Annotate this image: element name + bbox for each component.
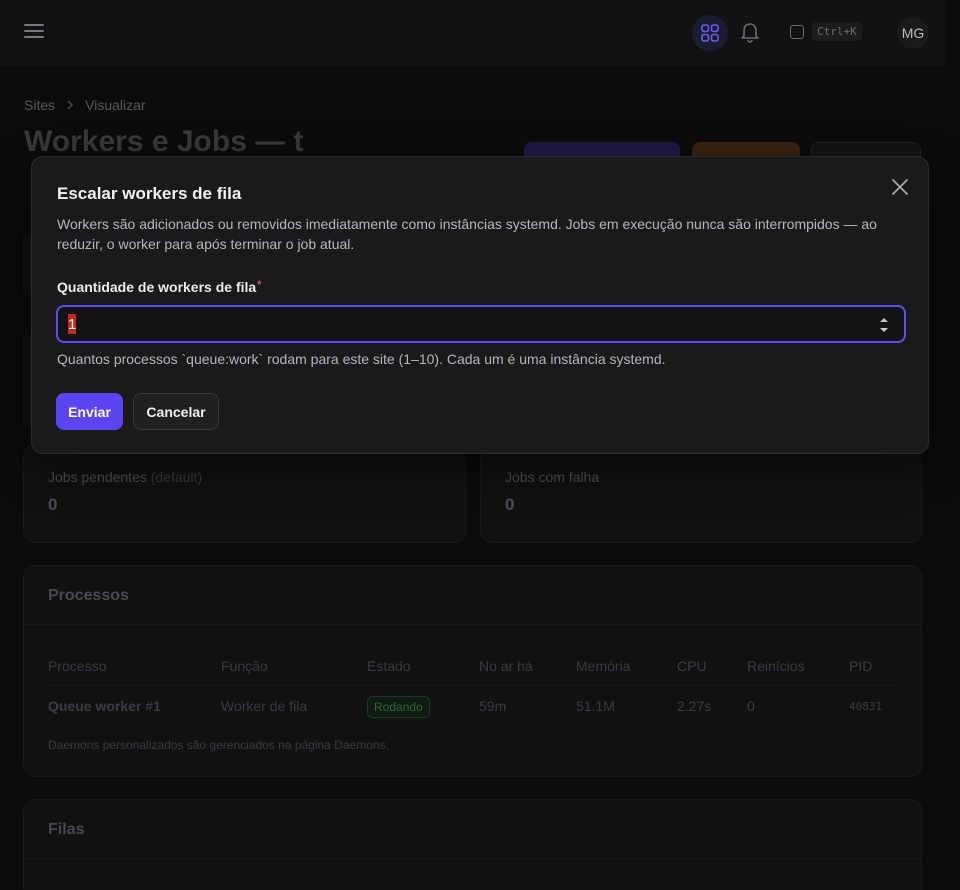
breadcrumb: Sites Visualizar: [24, 97, 146, 113]
stat-label: Jobs com falha: [505, 469, 600, 485]
stat-label: Jobs pendentes: [48, 469, 147, 485]
menu-icon[interactable]: [24, 24, 44, 40]
modal-description: Workers são adicionados ou removidos ime…: [57, 216, 877, 252]
section-title: Processos: [48, 587, 129, 604]
bell-icon[interactable]: [739, 20, 761, 44]
apps-grid-button[interactable]: [692, 15, 728, 51]
worker-count-field: [56, 305, 906, 343]
page-title: Workers e Jobs — t: [24, 125, 304, 158]
stat-card-failed: Jobs com falha 0: [480, 444, 922, 543]
processes-card: Processos Processo Função Estado No ar h…: [23, 565, 922, 777]
avatar[interactable]: MG: [897, 17, 929, 49]
apps-grid-icon: [701, 24, 719, 42]
spinner-arrows-icon[interactable]: [878, 314, 890, 336]
submit-button[interactable]: Enviar: [56, 393, 123, 430]
stat-value: 0: [505, 495, 515, 514]
required-indicator: *: [257, 279, 262, 291]
close-icon[interactable]: [890, 177, 910, 197]
cancel-button[interactable]: Cancelar: [133, 393, 219, 430]
breadcrumb-item-sites[interactable]: Sites: [24, 97, 55, 113]
divider: [24, 858, 921, 859]
section-title: Filas: [48, 821, 85, 838]
breadcrumb-item-current: Visualizar: [85, 97, 146, 113]
chevron-right-icon: [67, 100, 74, 110]
divider: [48, 685, 898, 686]
table-header: Processo Função Estado No ar há Memória …: [48, 658, 873, 674]
stat-value: 0: [48, 495, 58, 514]
queues-card: Filas: [23, 799, 922, 890]
command-search[interactable]: Ctrl+K: [790, 22, 862, 41]
divider: [24, 624, 921, 625]
footnote: Daemons personalizados são gerenciados n…: [48, 738, 389, 752]
stat-queue-name: (default): [150, 469, 203, 485]
status-badge: Rodando: [367, 696, 430, 718]
modal-title: Escalar workers de fila: [57, 184, 242, 203]
field-helper-text: Quantos processos `queue:work` rodam par…: [57, 351, 666, 367]
top-bar: Ctrl+K MG: [0, 0, 945, 66]
stat-card-pending: Jobs pendentes (default) 0: [23, 444, 466, 543]
field-label: Quantidade de workers de fila*: [57, 279, 262, 295]
info-card: [23, 335, 31, 427]
command-icon: [790, 24, 804, 39]
scale-workers-modal: Escalar workers de fila Workers são adic…: [31, 156, 929, 454]
worker-count-input[interactable]: [58, 307, 858, 341]
info-card: [23, 233, 31, 295]
shortcut-hint: Ctrl+K: [812, 22, 862, 41]
table-row: Queue worker #1 Worker de fila Rodando 5…: [48, 693, 898, 719]
